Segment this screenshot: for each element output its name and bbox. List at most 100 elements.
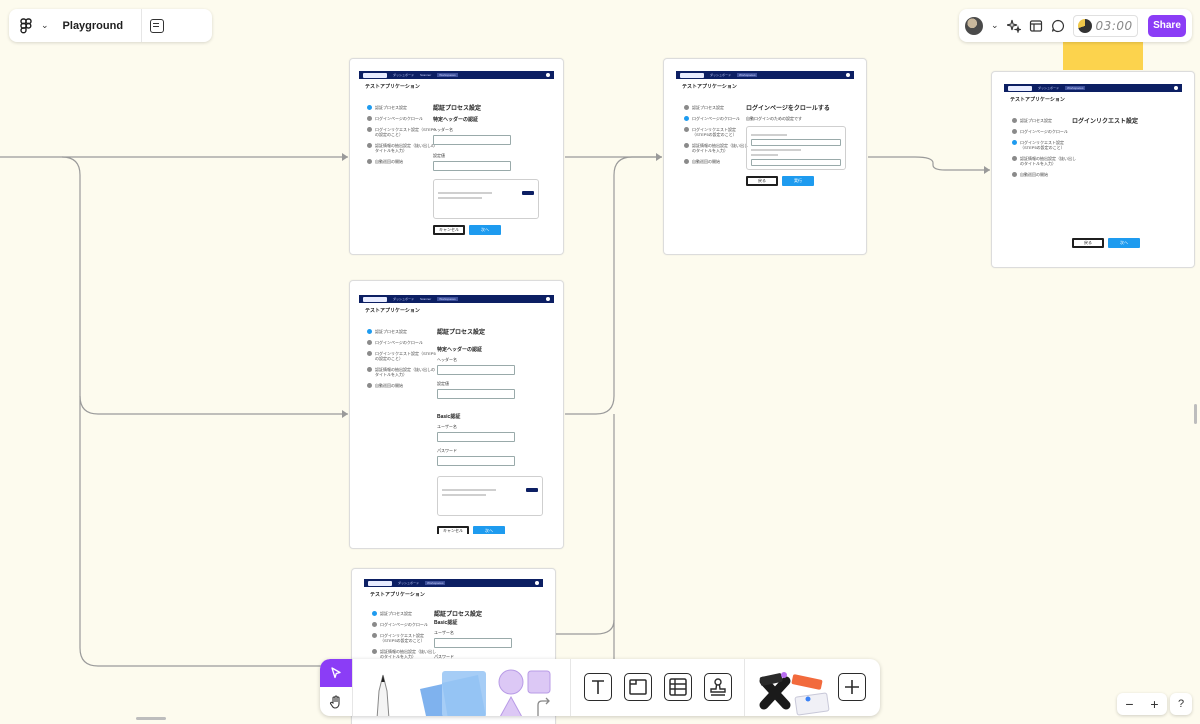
hand-tool[interactable]: [320, 688, 352, 716]
nav-item[interactable]: ダッシュボード: [1038, 86, 1059, 90]
step-circle-icon: [372, 622, 377, 627]
zoom-in-button[interactable]: +: [1150, 696, 1158, 712]
step-circle-icon: [1012, 172, 1017, 177]
nav-item[interactable]: Scanner: [420, 297, 431, 301]
pen-icon: [376, 674, 390, 716]
url-input[interactable]: [751, 139, 841, 146]
field-label: 設定値: [437, 381, 449, 386]
app-title: テストアプリケーション: [1010, 97, 1065, 103]
ai-sparkle-icon[interactable]: [1006, 19, 1023, 34]
section-icon: [629, 679, 647, 695]
user-icon[interactable]: [1174, 86, 1178, 90]
stamp-tool[interactable]: [704, 673, 732, 701]
app-logo: [680, 72, 704, 78]
pen-tool[interactable]: [368, 667, 398, 716]
section-tool[interactable]: [624, 673, 652, 701]
connector-frame-4-to-2: [565, 156, 662, 415]
nav-item[interactable]: Workspaces: [425, 581, 446, 585]
next-button[interactable]: 次へ: [469, 225, 501, 235]
cancel-button[interactable]: キャンセル: [433, 225, 465, 235]
step-circle-icon: [367, 340, 372, 345]
hand-icon: [329, 695, 340, 709]
nav-item[interactable]: ダッシュボード: [398, 581, 419, 585]
text-tool[interactable]: [584, 673, 612, 701]
user-icon[interactable]: [546, 73, 550, 77]
user-icon[interactable]: [846, 73, 850, 77]
avatar[interactable]: [965, 16, 983, 35]
back-button[interactable]: 戻る: [1072, 238, 1104, 248]
frame-subheading: 特定ヘッダーの認証: [437, 347, 483, 353]
timer-widget[interactable]: 03:00: [1072, 14, 1138, 37]
step-circle-icon: [684, 143, 689, 148]
option-input[interactable]: [751, 159, 841, 166]
step-check-icon: [684, 116, 689, 121]
widgets-tool[interactable]: [756, 669, 832, 716]
frame-login-request[interactable]: ダッシュボード Workspaces テストアプリケーション 認証プロセス設定 …: [991, 71, 1195, 268]
cancel-button[interactable]: キャンセル: [437, 526, 469, 534]
app-bar: ダッシュボード Scanner Workspaces: [359, 295, 554, 303]
figma-logo-icon[interactable]: [19, 17, 33, 34]
header-name-input[interactable]: [437, 365, 515, 375]
chevron-down-icon[interactable]: ⌄: [41, 20, 49, 31]
frame-auth-header-basic[interactable]: ダッシュボード Scanner Workspaces テストアプリケーション 認…: [349, 280, 564, 549]
zoom-out-button[interactable]: −: [1125, 696, 1133, 712]
nav-item[interactable]: Workspaces: [437, 297, 458, 301]
password-input[interactable]: [437, 456, 515, 466]
sticky-note[interactable]: [1063, 42, 1143, 70]
header-name-input[interactable]: [433, 135, 511, 145]
nav-item[interactable]: Workspaces: [1065, 86, 1086, 90]
app-title: テストアプリケーション: [365, 308, 420, 314]
preview-card: [437, 476, 543, 516]
app-bar: ダッシュボード Workspaces: [364, 579, 543, 587]
username-input[interactable]: [434, 638, 512, 648]
nav-item[interactable]: ダッシュボード: [710, 73, 731, 77]
connector-main-trunk: [0, 156, 330, 667]
layout-icon[interactable]: [1029, 19, 1043, 33]
nav-item[interactable]: ダッシュボード: [393, 73, 414, 77]
header-value-input[interactable]: [437, 389, 515, 399]
frame-auth-header[interactable]: ダッシュボード Scanner Workspaces テストアプリケーション 認…: [349, 58, 564, 255]
more-tools-button[interactable]: [838, 673, 866, 701]
frame-login-crawl[interactable]: ダッシュボード Workspaces テストアプリケーション 認証プロセス設定 …: [663, 58, 867, 255]
step-circle-icon: [1012, 129, 1017, 134]
tool-dock: [320, 659, 880, 716]
next-button[interactable]: 次へ: [473, 526, 505, 534]
chevron-down-icon[interactable]: ⌄: [991, 20, 999, 31]
sidebar-toggle-icon[interactable]: [150, 18, 165, 33]
horizontal-scrollbar[interactable]: [136, 717, 166, 720]
step: 認証プロセス設定: [367, 105, 437, 110]
nav-item[interactable]: Workspaces: [437, 73, 458, 77]
select-tool[interactable]: [320, 659, 352, 687]
step-circle-icon: [372, 649, 377, 654]
timer-readout: 03:00: [1095, 18, 1133, 33]
comment-icon[interactable]: [1051, 19, 1065, 33]
sticky-note-tool[interactable]: [416, 669, 490, 716]
help-button[interactable]: ?: [1170, 693, 1192, 715]
vertical-scrollbar[interactable]: [1194, 404, 1197, 424]
file-name[interactable]: Playground: [63, 20, 124, 32]
step-list: 認証プロセス設定 ログインページのクロール ログインリクエスト設定（STEP5の…: [684, 105, 748, 170]
user-icon[interactable]: [535, 581, 539, 585]
table-tool[interactable]: [664, 673, 692, 701]
step-check-icon: [372, 611, 377, 616]
shape-tool[interactable]: [496, 669, 556, 716]
next-button[interactable]: 次へ: [1108, 238, 1140, 248]
step-circle-icon: [367, 351, 372, 356]
nav-item[interactable]: Scanner: [420, 73, 431, 77]
step-circle-icon: [367, 367, 372, 372]
nav-item[interactable]: ダッシュボード: [393, 297, 414, 301]
nav-item[interactable]: Workspaces: [737, 73, 758, 77]
run-button[interactable]: 実行: [782, 176, 814, 186]
share-button[interactable]: Share: [1148, 14, 1186, 37]
zoom-controls: − +: [1117, 693, 1167, 715]
frame-heading: 認証プロセス設定: [433, 106, 482, 112]
back-button[interactable]: 戻る: [746, 176, 778, 186]
frame-subheading: Basic認証: [434, 620, 458, 626]
step-circle-icon: [684, 105, 689, 110]
user-icon[interactable]: [546, 297, 550, 301]
step-list: 認証プロセス設定 ログインページのクロール ログインリクエスト設定（STEP5の…: [367, 105, 437, 170]
step-circle-icon: [1012, 118, 1017, 123]
header-value-input[interactable]: [433, 161, 511, 171]
username-input[interactable]: [437, 432, 515, 442]
canvas[interactable]: ダッシュボード Scanner Workspaces テストアプリケーション 認…: [0, 0, 1200, 724]
